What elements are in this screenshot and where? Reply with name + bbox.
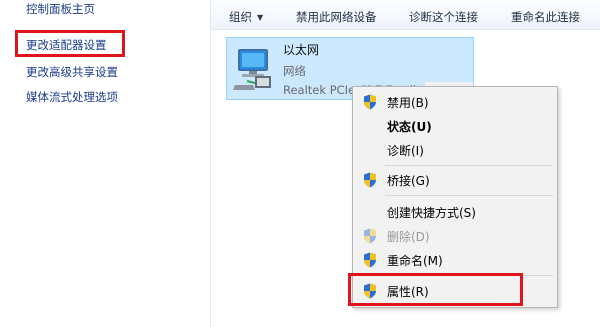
menu-item-rename[interactable]: 重命名(M): [353, 249, 557, 271]
media-streaming-options-link[interactable]: 媒体流式处理选项: [26, 89, 118, 105]
menu-separator: [385, 165, 553, 166]
menu-item-disable[interactable]: 禁用(B): [353, 91, 557, 113]
menu-item-label: 重命名(M): [387, 254, 443, 268]
control-panel-home-link[interactable]: 控制面板主页: [26, 1, 95, 17]
pane-divider: [210, 0, 211, 327]
menu-item-diagnose[interactable]: 诊断(I): [353, 139, 557, 161]
menu-item-create-shortcut[interactable]: 创建快捷方式(S): [353, 201, 557, 223]
organize-label: 组织: [229, 10, 252, 24]
rename-connection-button[interactable]: 重命名此连接: [511, 9, 580, 25]
highlight-box-properties: [348, 273, 523, 306]
menu-item-delete: 删除(D): [353, 225, 557, 247]
menu-item-label: 诊断(I): [387, 144, 424, 158]
menu-separator: [385, 195, 553, 196]
menu-item-bridge[interactable]: 桥接(G): [353, 169, 557, 191]
diagnose-connection-button[interactable]: 诊断这个连接: [409, 9, 478, 25]
menu-item-label: 桥接(G): [387, 174, 430, 188]
connection-name: 以太网: [283, 43, 320, 57]
disable-device-button[interactable]: 禁用此网络设备: [296, 9, 377, 25]
network-connections-window: 控制面板主页 更改适配器设置 更改高级共享设置 媒体流式处理选项 组织 ▼ 禁用此…: [0, 0, 600, 327]
menu-item-label: 状态(U): [387, 120, 432, 134]
network-adapter-icon: [229, 45, 279, 95]
shield-icon: [363, 172, 377, 188]
change-advanced-sharing-link[interactable]: 更改高级共享设置: [26, 64, 118, 80]
menu-item-label: 禁用(B): [387, 96, 429, 110]
shield-icon: [363, 94, 377, 110]
command-toolbar: 组织 ▼ 禁用此网络设备 诊断这个连接 重命名此连接: [211, 0, 600, 30]
chevron-down-icon: ▼: [257, 13, 264, 22]
connection-status: 网络: [283, 64, 306, 78]
menu-item-status[interactable]: 状态(U): [353, 115, 557, 137]
shield-icon: [363, 252, 377, 268]
menu-item-label: 创建快捷方式(S): [387, 206, 476, 220]
menu-item-label: 删除(D): [387, 230, 430, 244]
shield-icon: [363, 228, 377, 244]
organize-button[interactable]: 组织 ▼: [229, 9, 263, 25]
left-task-pane: 控制面板主页 更改适配器设置 更改高级共享设置 媒体流式处理选项: [0, 0, 210, 327]
highlight-box-adapter-settings: [15, 30, 125, 57]
